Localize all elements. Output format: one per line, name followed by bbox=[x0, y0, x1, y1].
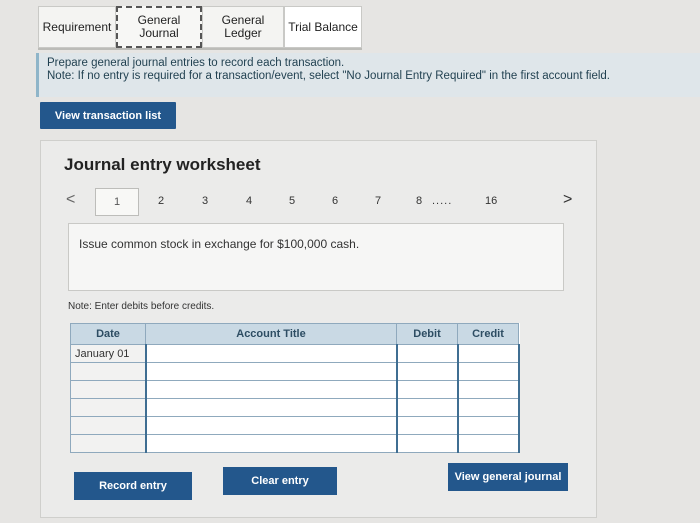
tab-trial-balance[interactable]: Trial Balance bbox=[284, 6, 362, 48]
clear-entry-button[interactable]: Clear entry bbox=[223, 467, 337, 495]
table-row bbox=[70, 416, 520, 435]
transaction-description-text: Issue common stock in exchange for $100,… bbox=[79, 237, 360, 251]
page-8[interactable]: 8 bbox=[416, 195, 422, 207]
view-general-journal-button[interactable]: View general journal bbox=[448, 463, 568, 491]
page-2[interactable]: 2 bbox=[158, 195, 164, 207]
page-4[interactable]: 4 bbox=[246, 195, 252, 207]
table-row bbox=[70, 380, 520, 399]
credit-input[interactable] bbox=[456, 380, 520, 399]
account-title-input[interactable] bbox=[144, 398, 398, 417]
debit-input[interactable] bbox=[395, 434, 459, 453]
table-row bbox=[70, 398, 520, 417]
instructions-line-1: Prepare general journal entries to recor… bbox=[47, 57, 345, 69]
credit-header: Credit bbox=[457, 323, 519, 345]
table-row bbox=[70, 362, 520, 381]
next-page-icon[interactable]: > bbox=[563, 191, 572, 209]
page-7[interactable]: 7 bbox=[375, 195, 381, 207]
date-cell bbox=[70, 362, 146, 381]
date-cell bbox=[70, 398, 146, 417]
debit-input[interactable] bbox=[395, 398, 459, 417]
view-transaction-list-button[interactable]: View transaction list bbox=[40, 102, 176, 129]
page-1[interactable]: 1 bbox=[95, 188, 139, 216]
credit-input[interactable] bbox=[456, 362, 520, 381]
pager-ellipsis: ..... bbox=[432, 195, 453, 207]
debit-header: Debit bbox=[396, 323, 458, 345]
date-cell bbox=[70, 416, 146, 435]
tab-general-journal[interactable]: General Journal bbox=[116, 6, 202, 48]
page-5[interactable]: 5 bbox=[289, 195, 295, 207]
date-cell[interactable]: January 01 bbox=[70, 344, 146, 363]
debits-note: Note: Enter debits before credits. bbox=[68, 301, 215, 312]
account-title-header: Account Title bbox=[145, 323, 397, 345]
date-cell bbox=[70, 434, 146, 453]
debit-input[interactable] bbox=[395, 344, 459, 363]
transaction-description: Issue common stock in exchange for $100,… bbox=[68, 223, 564, 291]
date-cell bbox=[70, 380, 146, 399]
worksheet-title: Journal entry worksheet bbox=[64, 155, 261, 174]
account-title-input[interactable] bbox=[144, 344, 398, 363]
journal-entry-table: Date Account Title Debit Credit January … bbox=[70, 323, 520, 453]
account-title-input[interactable] bbox=[144, 416, 398, 435]
debit-input[interactable] bbox=[395, 380, 459, 399]
account-title-input[interactable] bbox=[144, 380, 398, 399]
debit-input[interactable] bbox=[395, 416, 459, 435]
tab-bar: Requirement General Journal General Ledg… bbox=[38, 6, 362, 48]
table-row: January 01 bbox=[70, 344, 520, 363]
instructions-bar: Prepare general journal entries to recor… bbox=[36, 53, 700, 97]
prev-page-icon[interactable]: < bbox=[66, 191, 75, 209]
credit-input[interactable] bbox=[456, 416, 520, 435]
entry-pager: < 1 2 3 4 5 6 7 8 ..... 16 > bbox=[60, 188, 590, 216]
account-title-input[interactable] bbox=[144, 434, 398, 453]
credit-input[interactable] bbox=[456, 398, 520, 417]
tab-divider bbox=[38, 48, 362, 50]
page-16[interactable]: 16 bbox=[485, 195, 497, 207]
record-entry-button[interactable]: Record entry bbox=[74, 472, 192, 500]
table-row bbox=[70, 434, 520, 453]
tab-general-ledger[interactable]: General Ledger bbox=[202, 6, 284, 48]
instructions-line-2: Note: If no entry is required for a tran… bbox=[47, 70, 611, 82]
account-title-input[interactable] bbox=[144, 362, 398, 381]
credit-input[interactable] bbox=[456, 344, 520, 363]
tab-requirement[interactable]: Requirement bbox=[38, 6, 116, 48]
debit-input[interactable] bbox=[395, 362, 459, 381]
page-6[interactable]: 6 bbox=[332, 195, 338, 207]
date-header: Date bbox=[70, 323, 146, 345]
credit-input[interactable] bbox=[456, 434, 520, 453]
page-3[interactable]: 3 bbox=[202, 195, 208, 207]
